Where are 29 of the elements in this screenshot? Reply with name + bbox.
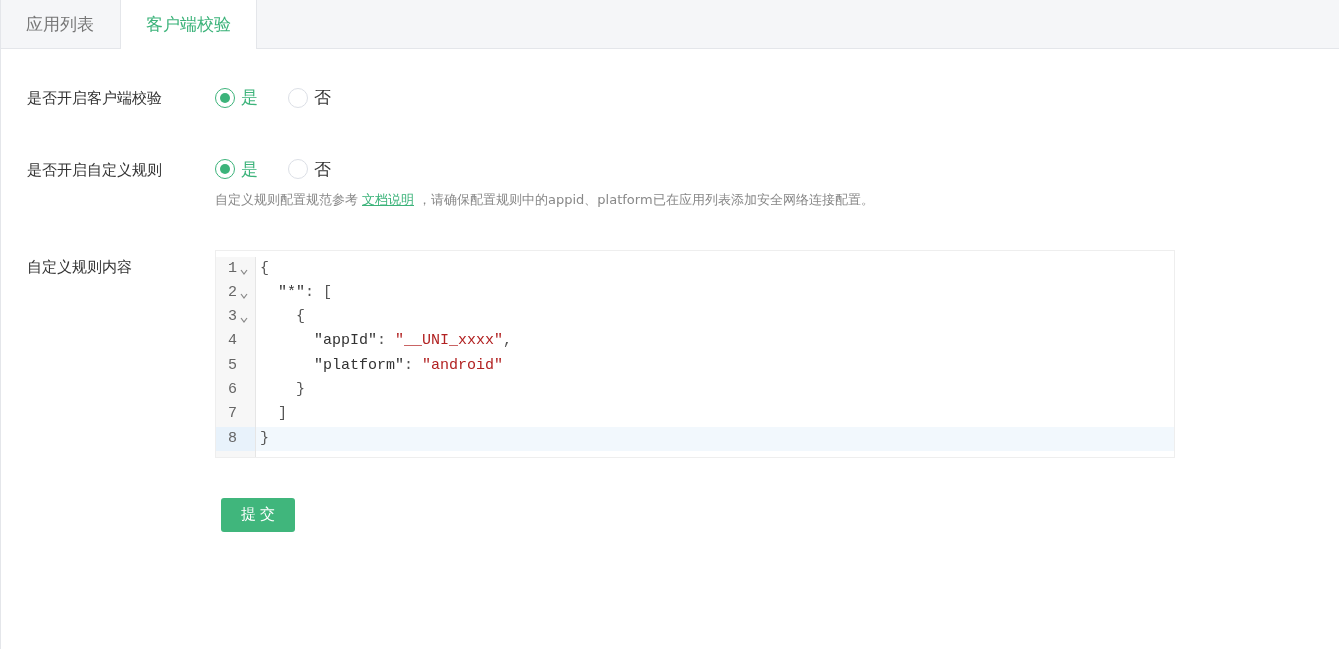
line-number: 1 xyxy=(228,258,237,279)
line-number: 4 xyxy=(228,331,237,352)
submit-button[interactable]: 提 交 xyxy=(221,497,295,532)
line-number: 7 xyxy=(228,404,237,425)
code-line: "platform": "android" xyxy=(313,355,505,376)
option-label: 否 xyxy=(314,157,331,181)
line-number: 8 xyxy=(228,428,237,449)
option-label: 是 xyxy=(241,157,258,181)
code-line: "appId": "__UNI_xxxx", xyxy=(313,331,514,352)
code-line: { xyxy=(259,258,270,279)
option-label: 是 xyxy=(241,86,258,109)
tab[interactable]: 客户端校验 xyxy=(120,0,257,49)
field-label: 是否开启自定义规则 xyxy=(27,159,163,181)
field-label: 是否开启客户端校验 xyxy=(27,88,163,109)
field-label: 自定义规则内容 xyxy=(27,256,133,278)
line-number: 5 xyxy=(228,355,237,376)
line-number: 2 xyxy=(228,282,237,303)
code-line: } xyxy=(295,380,306,400)
code-editor[interactable]: 1 2 3 4 5 6 7 8 { "*": [ { "appId": "__UNI_xxxx", "platform": "android" } ] } xyxy=(215,249,1175,458)
radio-button[interactable] xyxy=(215,87,235,108)
line-number: 6 xyxy=(228,380,237,400)
code-line: ] xyxy=(277,404,288,425)
code-line: { xyxy=(295,307,306,328)
line-number: 3 xyxy=(228,307,237,328)
help-text: 自定义规则配置规范参考 文档说明 ，请确保配置规则中的appid、platform已在应用列表添加安全网络连接配置。 xyxy=(215,191,874,209)
code-line: "*": [ xyxy=(277,282,334,303)
option-label: 否 xyxy=(314,86,331,109)
radio-button[interactable] xyxy=(215,159,235,180)
doc-link[interactable]: 文档说明 xyxy=(362,192,414,207)
